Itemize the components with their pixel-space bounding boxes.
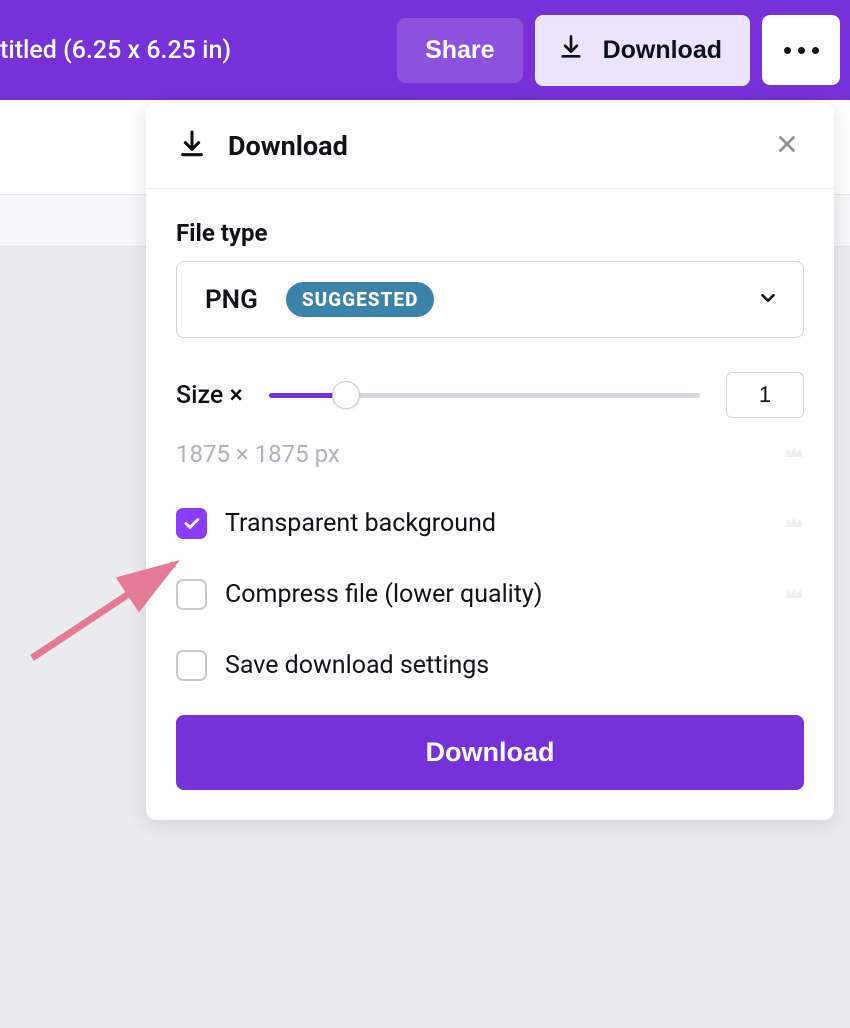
- ellipsis-icon: [784, 47, 791, 54]
- save-settings-checkbox[interactable]: [176, 650, 207, 681]
- dimensions-text: 1875 × 1875 px: [176, 440, 340, 468]
- transparent-checkbox[interactable]: [176, 508, 207, 539]
- download-panel: Download File type PNG SUGGESTED Size ×: [146, 103, 834, 820]
- panel-body: File type PNG SUGGESTED Size × 1875 × 18…: [146, 189, 834, 820]
- transparent-label: Transparent background: [225, 509, 766, 538]
- download-icon: [557, 33, 585, 68]
- crown-icon: [784, 514, 804, 534]
- download-toolbar-label: Download: [603, 36, 722, 65]
- share-button[interactable]: Share: [397, 18, 522, 83]
- crown-icon: [784, 585, 804, 605]
- compress-checkbox[interactable]: [176, 579, 207, 610]
- download-primary-button[interactable]: Download: [176, 715, 804, 790]
- size-slider[interactable]: [269, 381, 700, 409]
- size-label: Size ×: [176, 381, 243, 410]
- panel-header: Download: [146, 103, 834, 189]
- filetype-value: PNG: [205, 285, 258, 315]
- check-icon: [182, 514, 201, 533]
- filetype-select[interactable]: PNG SUGGESTED: [176, 261, 804, 338]
- compress-label: Compress file (lower quality): [225, 580, 766, 609]
- save-settings-label: Save download settings: [225, 651, 804, 680]
- dimensions-row: 1875 × 1875 px: [176, 440, 804, 468]
- more-button[interactable]: [762, 15, 840, 85]
- size-row: Size ×: [176, 372, 804, 418]
- option-compress-row: Compress file (lower quality): [176, 579, 804, 610]
- crown-icon: [784, 444, 804, 464]
- option-transparent-row: Transparent background: [176, 508, 804, 539]
- close-icon: [774, 131, 800, 157]
- filetype-label: File type: [176, 219, 804, 247]
- close-button[interactable]: [770, 127, 804, 164]
- slider-thumb[interactable]: [332, 381, 360, 409]
- download-icon: [176, 128, 208, 164]
- option-save-settings-row: Save download settings: [176, 650, 804, 681]
- download-toolbar-button[interactable]: Download: [535, 15, 750, 86]
- chevron-down-icon: [757, 287, 779, 313]
- suggested-badge: SUGGESTED: [286, 282, 435, 317]
- panel-title: Download: [228, 130, 750, 162]
- top-toolbar: titled (6.25 x 6.25 in) Share Download: [0, 0, 850, 100]
- size-input[interactable]: [726, 372, 804, 418]
- document-title[interactable]: titled (6.25 x 6.25 in): [0, 36, 231, 65]
